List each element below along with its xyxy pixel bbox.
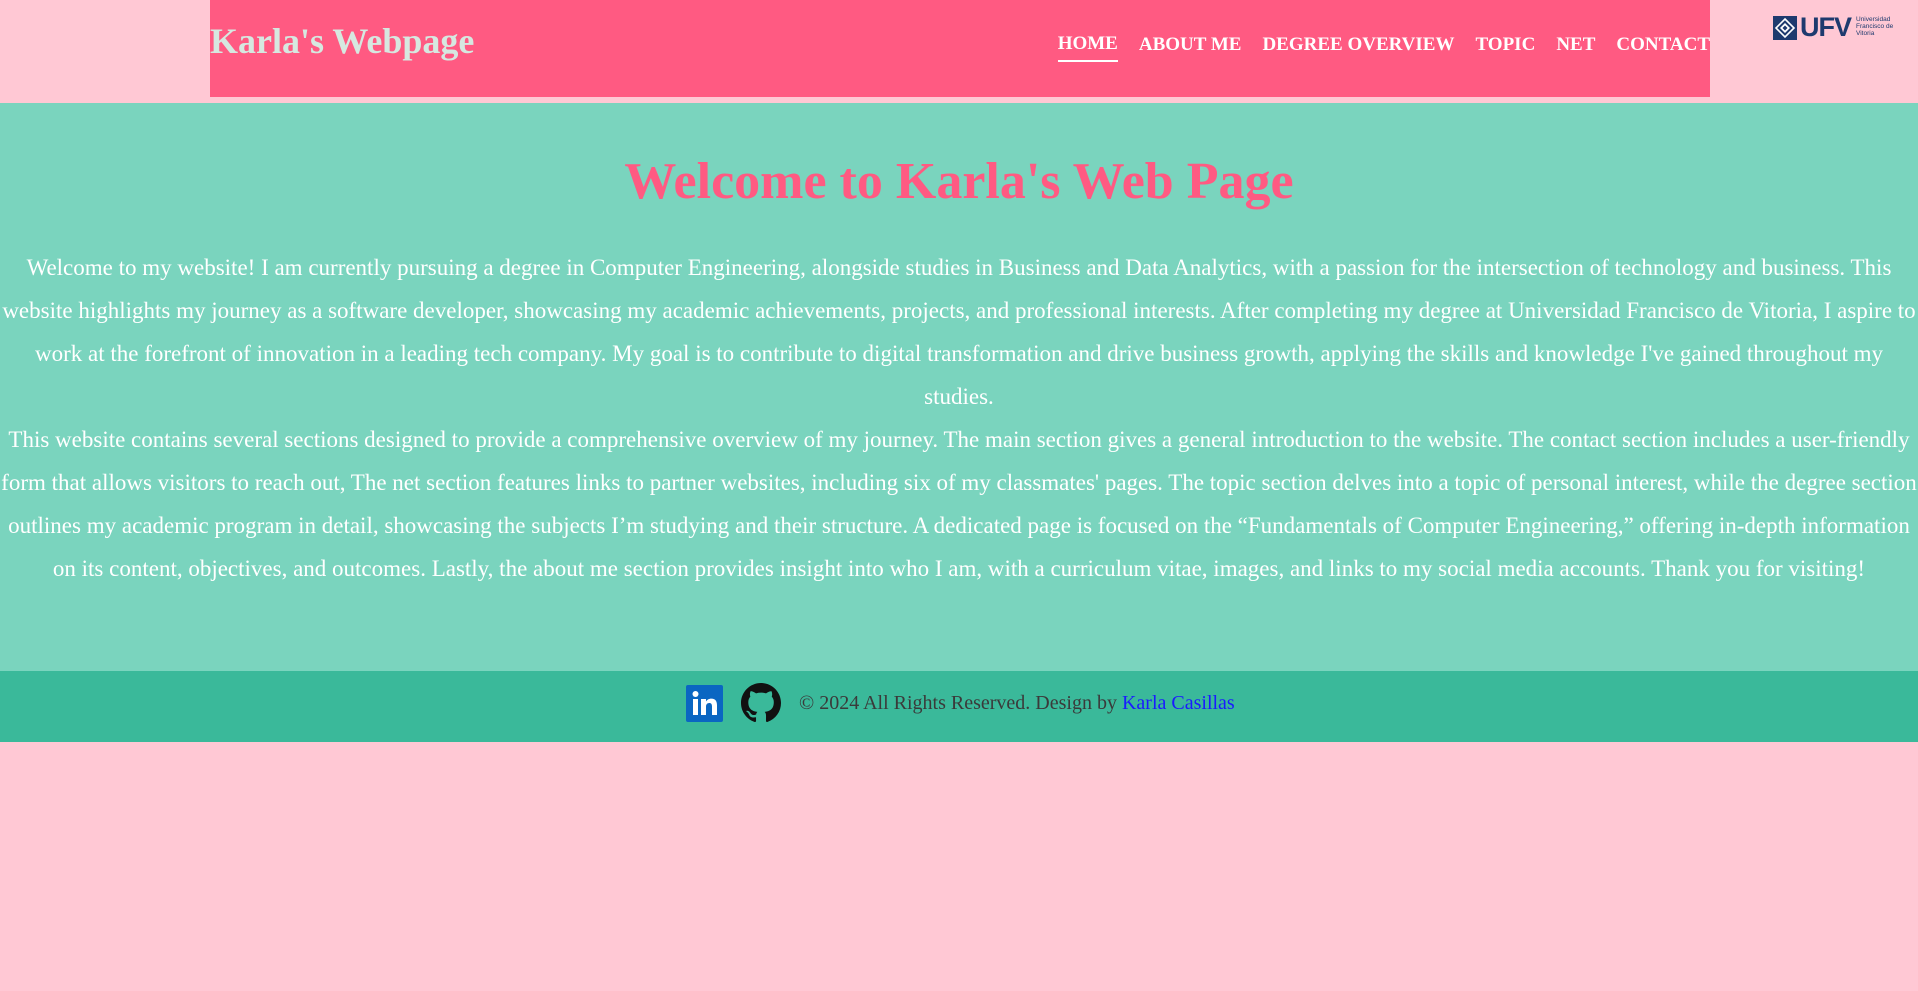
nav-degree-overview[interactable]: DEGREE OVERVIEW	[1262, 34, 1454, 61]
main-content: Welcome to Karla's Web Page Welcome to m…	[0, 103, 1918, 671]
nav-contact[interactable]: CONTACT	[1616, 34, 1710, 61]
nav-net[interactable]: NET	[1556, 34, 1595, 61]
page-title: Welcome to Karla's Web Page	[624, 153, 1294, 210]
ufv-logo-icon	[1773, 15, 1797, 40]
footer-content: © 2024 All Rights Reserved. Design by Ka…	[686, 683, 1235, 723]
github-icon[interactable]	[741, 683, 781, 723]
intro-paragraph-1: Welcome to my website! I am currently pu…	[2, 255, 1916, 409]
main-nav: HOME ABOUT ME DEGREE OVERVIEW TOPIC NET …	[1037, 33, 1710, 62]
ufv-logo[interactable]: UFV Universidad Francisco de Vitoria	[1773, 14, 1904, 41]
nav-topic[interactable]: TOPIC	[1475, 34, 1535, 61]
site-title: Karla's Webpage	[210, 21, 475, 61]
linkedin-icon[interactable]	[686, 684, 723, 722]
logo-text: UFV	[1800, 12, 1852, 42]
site-footer: © 2024 All Rights Reserved. Design by Ka…	[0, 671, 1918, 742]
intro-text: Welcome to my website! I am currently pu…	[0, 246, 1918, 590]
intro-paragraph-2: This website contains several sections d…	[1, 427, 1917, 581]
logo-subtext: Universidad Francisco de Vitoria	[1856, 16, 1894, 37]
nav-home[interactable]: HOME	[1057, 33, 1118, 62]
site-header: Karla's Webpage HOME ABOUT ME DEGREE OVE…	[210, 0, 1710, 97]
copyright-text: © 2024 All Rights Reserved. Design by Ka…	[799, 692, 1235, 715]
nav-about-me[interactable]: ABOUT ME	[1139, 34, 1242, 61]
copyright-label: © 2024 All Rights Reserved. Design by	[799, 691, 1122, 714]
author-link[interactable]: Karla Casillas	[1122, 692, 1235, 714]
